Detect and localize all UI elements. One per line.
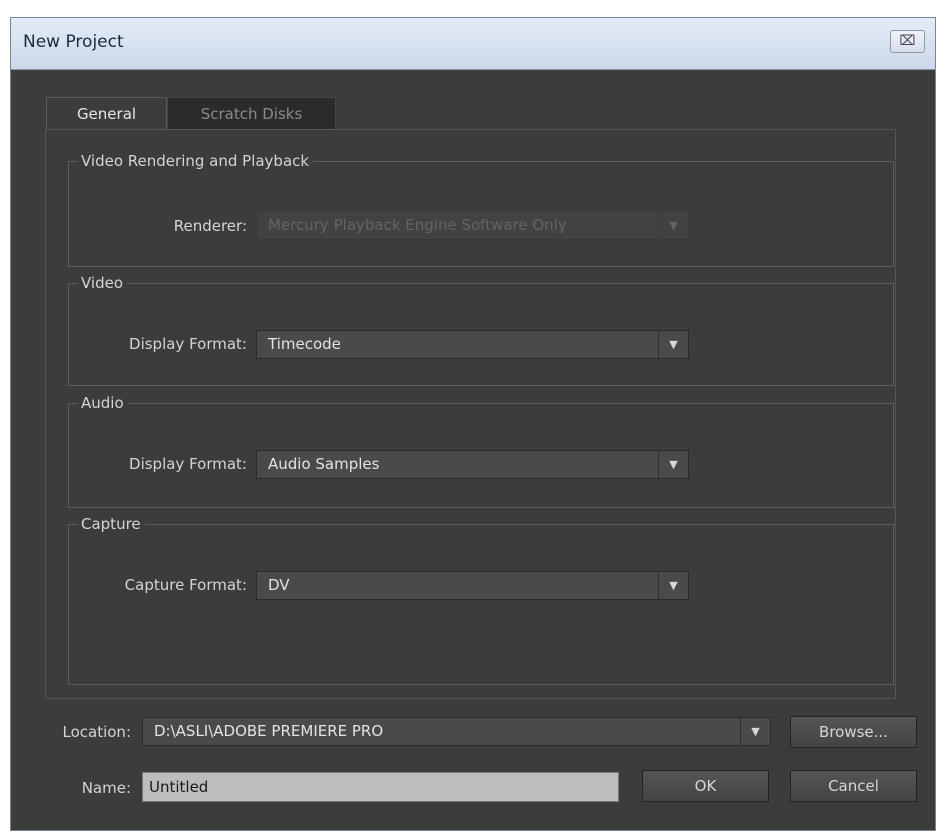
video-rendering-legend: Video Rendering and Playback <box>81 152 310 170</box>
capture-format-label: Capture Format: <box>124 576 247 594</box>
chevron-down-icon: ▼ <box>658 212 688 239</box>
tab-scratch-disks[interactable]: Scratch Disks <box>167 97 336 130</box>
general-tab-panel: Video Rendering and Playback Renderer: M… <box>45 129 896 699</box>
video-display-format-value: Timecode <box>268 335 341 353</box>
capture-format-select[interactable]: DV ▼ <box>256 571 689 600</box>
audio-display-format-select[interactable]: Audio Samples ▼ <box>256 450 689 479</box>
title-bar[interactable]: New Project ⌧ <box>11 18 935 70</box>
location-value: D:\ASLI\ADOBE PREMIERE PRO <box>154 722 384 740</box>
close-button[interactable]: ⌧ <box>890 30 925 53</box>
capture-group: Capture Capture Format: DV ▼ <box>68 515 894 685</box>
chevron-down-icon: ▼ <box>658 331 688 358</box>
cancel-button[interactable]: Cancel <box>790 770 917 802</box>
video-group: Video Display Format: Timecode ▼ <box>68 274 894 386</box>
chevron-down-icon: ▼ <box>658 451 688 478</box>
window-title: New Project <box>23 32 124 52</box>
browse-button[interactable]: Browse... <box>790 716 917 748</box>
audio-group: Audio Display Format: Audio Samples ▼ <box>68 394 894 508</box>
name-label: Name: <box>81 779 131 797</box>
video-display-format-label: Display Format: <box>129 335 247 353</box>
location-label: Location: <box>62 723 132 741</box>
video-legend: Video <box>81 274 124 292</box>
location-select[interactable]: D:\ASLI\ADOBE PREMIERE PRO ▼ <box>142 717 771 746</box>
close-icon: ⌧ <box>899 33 916 49</box>
chevron-down-icon: ▼ <box>658 572 688 599</box>
video-display-format-select[interactable]: Timecode ▼ <box>256 330 689 359</box>
ok-button[interactable]: OK <box>642 770 769 802</box>
name-input[interactable]: Untitled <box>142 772 619 802</box>
renderer-label: Renderer: <box>173 217 247 235</box>
tab-general[interactable]: General <box>46 97 167 130</box>
renderer-value: Mercury Playback Engine Software Only <box>268 216 567 234</box>
capture-format-value: DV <box>268 576 290 594</box>
renderer-select[interactable]: Mercury Playback Engine Software Only ▼ <box>256 211 689 240</box>
audio-display-format-value: Audio Samples <box>268 455 380 473</box>
audio-display-format-label: Display Format: <box>129 455 247 473</box>
chevron-down-icon: ▼ <box>740 718 770 745</box>
video-rendering-group: Video Rendering and Playback Renderer: M… <box>68 152 894 267</box>
new-project-dialog: New Project ⌧ General Scratch Disks Vide… <box>10 17 936 831</box>
audio-legend: Audio <box>81 394 124 412</box>
capture-legend: Capture <box>81 515 141 533</box>
